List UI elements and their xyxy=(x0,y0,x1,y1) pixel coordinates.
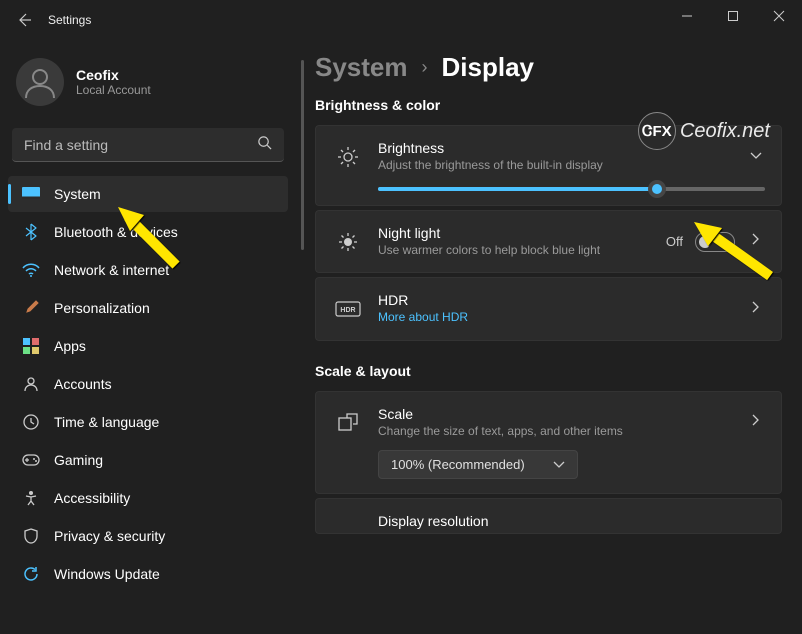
section-scale-layout: Scale & layout xyxy=(315,363,782,379)
search-input[interactable] xyxy=(24,137,257,153)
chevron-right-icon[interactable] xyxy=(747,232,765,251)
close-button[interactable] xyxy=(756,0,802,32)
card-hdr[interactable]: HDR HDR More about HDR xyxy=(315,277,782,341)
slider-thumb[interactable] xyxy=(648,180,666,198)
brightness-title: Brightness xyxy=(378,140,731,156)
sidebar-item-bluetooth[interactable]: Bluetooth & devices xyxy=(8,214,288,250)
card-scale[interactable]: Scale Change the size of text, apps, and… xyxy=(315,391,782,493)
sidebar-item-label: Windows Update xyxy=(54,566,160,582)
breadcrumb-parent[interactable]: System xyxy=(315,52,408,83)
gamepad-icon xyxy=(22,451,40,469)
night-light-icon xyxy=(334,231,362,253)
accessibility-icon xyxy=(22,489,40,507)
sidebar-item-label: Personalization xyxy=(54,300,150,316)
scale-value: 100% (Recommended) xyxy=(391,457,525,472)
hdr-icon: HDR xyxy=(334,301,362,317)
chevron-down-icon xyxy=(553,457,565,472)
avatar xyxy=(16,58,64,106)
search-icon xyxy=(257,135,272,155)
night-light-state: Off xyxy=(666,234,683,249)
minimize-button[interactable] xyxy=(664,0,710,32)
sidebar-item-label: System xyxy=(54,186,101,202)
sidebar-item-label: Bluetooth & devices xyxy=(54,224,178,240)
sidebar-item-gaming[interactable]: Gaming xyxy=(8,442,288,478)
sidebar-item-label: Privacy & security xyxy=(54,528,165,544)
sidebar-item-label: Apps xyxy=(54,338,86,354)
hdr-link[interactable]: More about HDR xyxy=(378,310,468,324)
sun-icon xyxy=(334,146,362,168)
shield-icon xyxy=(22,527,40,545)
night-light-toggle[interactable] xyxy=(695,232,735,252)
maximize-button[interactable] xyxy=(710,0,756,32)
scale-desc: Change the size of text, apps, and other… xyxy=(378,423,731,439)
page-title: Display xyxy=(442,52,535,83)
sidebar-item-apps[interactable]: Apps xyxy=(8,328,288,364)
search-box[interactable] xyxy=(12,128,284,162)
sidebar-item-accessibility[interactable]: Accessibility xyxy=(8,480,288,516)
chevron-right-icon: › xyxy=(422,57,428,78)
window-title: Settings xyxy=(48,13,91,27)
scale-dropdown[interactable]: 100% (Recommended) xyxy=(378,450,578,479)
resolution-title: Display resolution xyxy=(378,513,765,529)
content-scrollbar[interactable] xyxy=(301,60,304,250)
monitor-icon xyxy=(22,185,40,203)
sidebar-item-privacy[interactable]: Privacy & security xyxy=(8,518,288,554)
bluetooth-icon xyxy=(22,223,40,241)
sidebar-item-personalization[interactable]: Personalization xyxy=(8,290,288,326)
chevron-right-icon[interactable] xyxy=(747,413,765,432)
sidebar-item-time[interactable]: Time & language xyxy=(8,404,288,440)
sidebar-item-label: Time & language xyxy=(54,414,159,430)
refresh-icon xyxy=(22,565,40,583)
card-night-light[interactable]: Night light Use warmer colors to help bl… xyxy=(315,210,782,273)
sidebar-item-update[interactable]: Windows Update xyxy=(8,556,288,592)
breadcrumb: System › Display xyxy=(315,52,782,83)
scale-icon xyxy=(334,412,362,434)
brush-icon xyxy=(22,299,40,317)
svg-text:HDR: HDR xyxy=(340,307,355,314)
profile-block[interactable]: Ceofix Local Account xyxy=(8,48,288,124)
profile-name: Ceofix xyxy=(76,67,151,83)
section-brightness-color: Brightness & color xyxy=(315,97,782,113)
person-icon xyxy=(22,375,40,393)
sidebar-item-system[interactable]: System xyxy=(8,176,288,212)
sidebar-item-label: Gaming xyxy=(54,452,103,468)
chevron-down-icon[interactable] xyxy=(747,148,765,166)
night-light-title: Night light xyxy=(378,225,650,241)
card-resolution[interactable]: Display resolution xyxy=(315,498,782,534)
sidebar-item-network[interactable]: Network & internet xyxy=(8,252,288,288)
card-brightness: Brightness Adjust the brightness of the … xyxy=(315,125,782,206)
profile-type: Local Account xyxy=(76,83,151,97)
chevron-right-icon[interactable] xyxy=(747,300,765,319)
sidebar-item-label: Network & internet xyxy=(54,262,169,278)
hdr-title: HDR xyxy=(378,292,731,308)
night-light-desc: Use warmer colors to help block blue lig… xyxy=(378,242,650,258)
brightness-desc: Adjust the brightness of the built-in di… xyxy=(378,157,731,173)
back-button[interactable] xyxy=(4,0,44,40)
sidebar-item-label: Accessibility xyxy=(54,490,130,506)
sidebar-item-accounts[interactable]: Accounts xyxy=(8,366,288,402)
sidebar-item-label: Accounts xyxy=(54,376,112,392)
clock-icon xyxy=(22,413,40,431)
brightness-slider[interactable] xyxy=(378,187,765,191)
scale-title: Scale xyxy=(378,406,731,422)
wifi-icon xyxy=(22,261,40,279)
apps-icon xyxy=(22,337,40,355)
